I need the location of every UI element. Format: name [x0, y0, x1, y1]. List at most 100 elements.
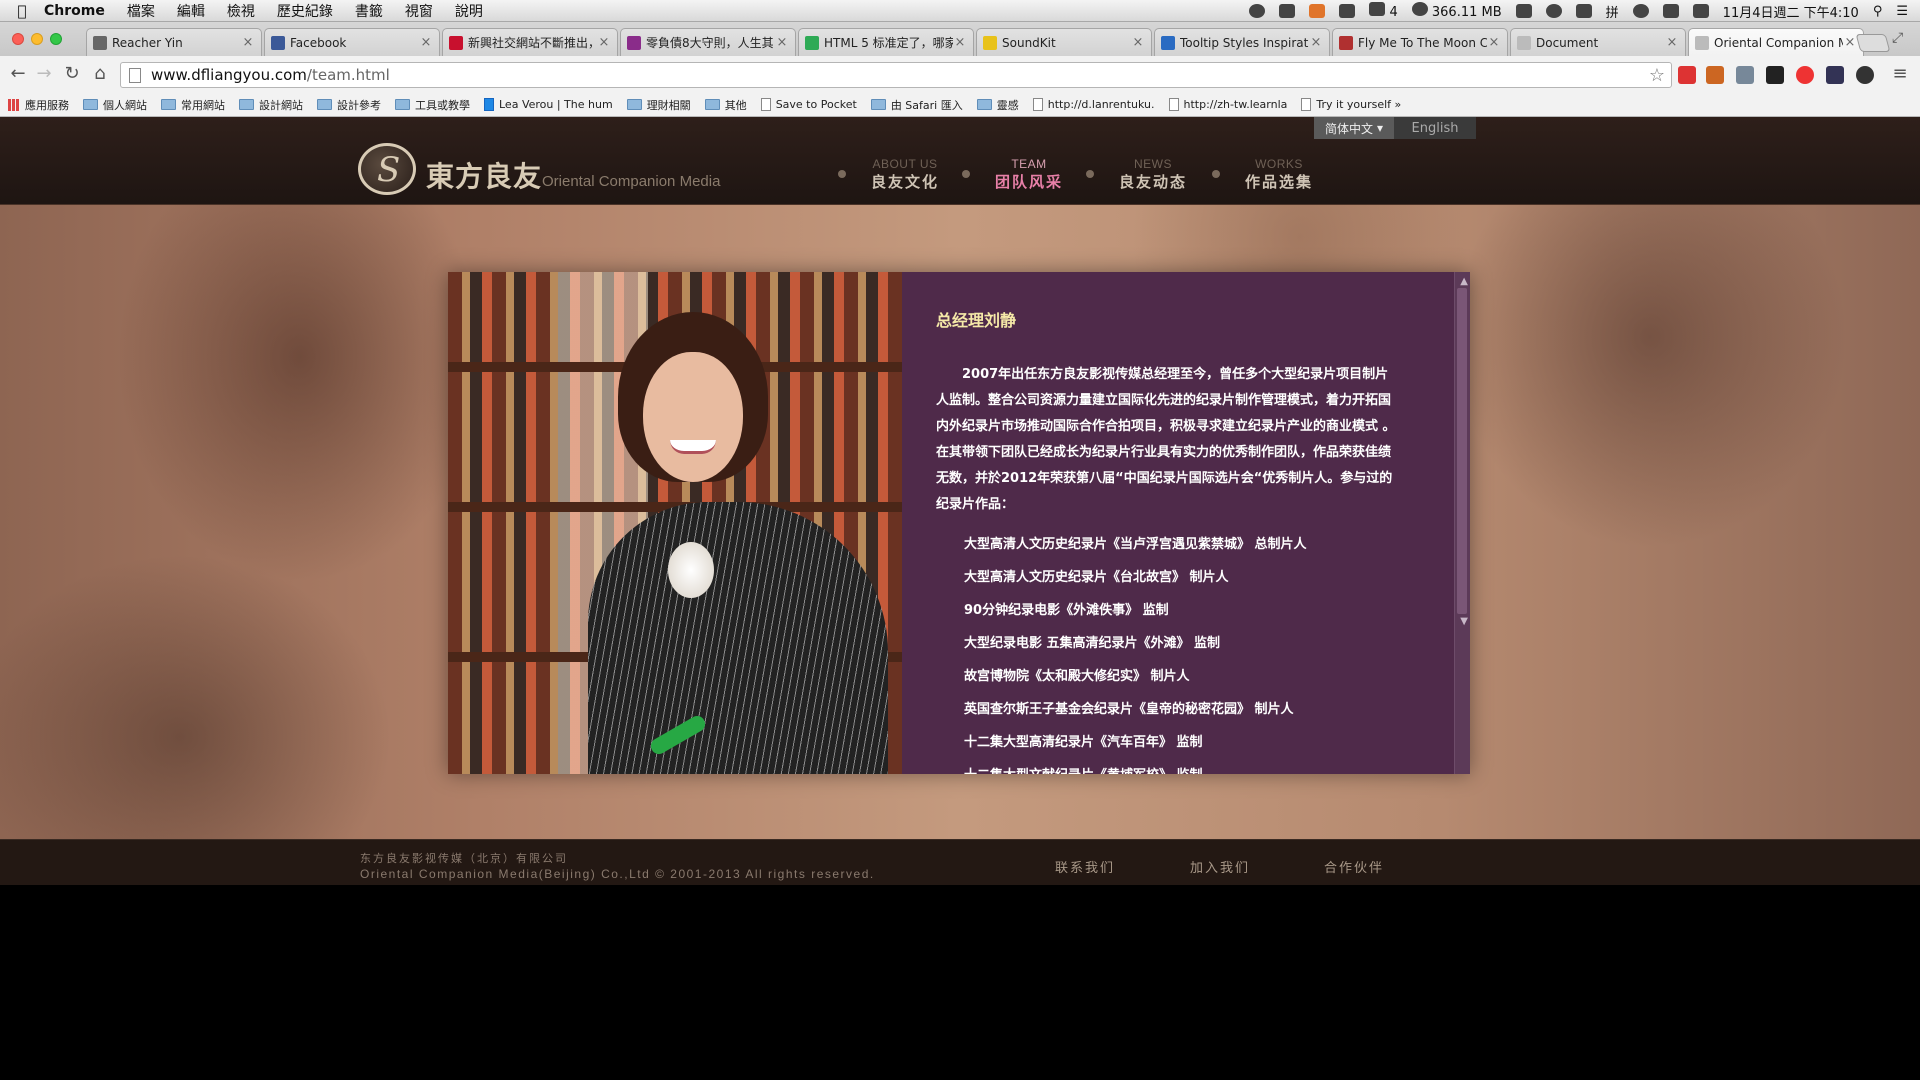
lang-english-link[interactable]: English: [1394, 117, 1476, 139]
close-tab-icon[interactable]: ×: [1131, 35, 1145, 50]
firefox-icon[interactable]: [1309, 4, 1326, 18]
screenshot-icon[interactable]: [1339, 4, 1356, 18]
spotlight-icon[interactable]: ⚲: [1873, 4, 1883, 19]
time-machine-icon[interactable]: [1545, 4, 1562, 18]
zoom-window-button[interactable]: [50, 33, 62, 45]
eyedropper-extension-icon[interactable]: [1736, 66, 1754, 84]
logo-icon[interactable]: [358, 143, 416, 195]
lang-chinese-select[interactable]: 简体中文 ▾: [1314, 117, 1394, 139]
bookmark-item[interactable]: Try it yourself »: [1301, 98, 1401, 111]
nav-bullet-icon: [1086, 170, 1094, 178]
chrome-menu-icon[interactable]: ≡: [1890, 64, 1910, 84]
chat-icon[interactable]: [1279, 4, 1296, 18]
bookmark-item[interactable]: 設計網站: [239, 97, 303, 113]
reload-icon[interactable]: ↻: [62, 64, 82, 84]
forward-icon[interactable]: →: [34, 64, 54, 84]
notification-center-icon[interactable]: ☰: [1896, 4, 1908, 19]
home-icon[interactable]: ⌂: [90, 64, 110, 84]
timer-extension-icon[interactable]: [1856, 66, 1874, 84]
nav-item[interactable]: ABOUT US 良友文化: [838, 157, 950, 192]
browser-tab[interactable]: SoundKit ×: [976, 28, 1152, 56]
browser-tab[interactable]: Oriental Companion Me ×: [1688, 28, 1864, 56]
tab-favicon-icon: [627, 35, 641, 50]
pocket-extension-icon[interactable]: [1706, 66, 1724, 84]
close-tab-icon[interactable]: ×: [241, 35, 255, 50]
network-extension-icon[interactable]: [1826, 66, 1844, 84]
back-icon[interactable]: ←: [8, 64, 28, 84]
browser-tab[interactable]: Reacher Yin ×: [86, 28, 262, 56]
scroll-down-icon[interactable]: ▼: [1460, 616, 1468, 627]
minimize-window-button[interactable]: [31, 33, 43, 45]
wifi-icon[interactable]: [1632, 4, 1649, 18]
footer-link-join[interactable]: 加入我们: [1190, 857, 1250, 876]
bookmark-star-icon[interactable]: ☆: [1649, 65, 1665, 86]
browser-tab[interactable]: HTML 5 标准定了，哪家 ×: [798, 28, 974, 56]
bookmark-item[interactable]: http://zh-tw.learnla: [1168, 98, 1287, 111]
browser-tab[interactable]: Tooltip Styles Inspiratio ×: [1154, 28, 1330, 56]
close-tab-icon[interactable]: ×: [419, 35, 433, 50]
close-tab-icon[interactable]: ×: [953, 35, 967, 50]
fullscreen-icon[interactable]: ⤢: [1892, 30, 1903, 46]
close-tab-icon[interactable]: ×: [775, 35, 789, 50]
scroll-thumb[interactable]: [1457, 288, 1467, 614]
logo-chinese-name[interactable]: 東方良友: [426, 155, 542, 195]
app-menu[interactable]: Chrome: [44, 3, 105, 19]
apple-menu-icon[interactable]: : [0, 2, 44, 20]
menu-window[interactable]: 視窗: [405, 1, 433, 21]
browser-tab[interactable]: 新興社交網站不斷推出， ×: [442, 28, 618, 56]
adblock-extension-icon[interactable]: [1796, 66, 1814, 84]
browser-tab[interactable]: Facebook ×: [264, 28, 440, 56]
menu-history[interactable]: 歷史紀錄: [277, 1, 333, 21]
close-tab-icon[interactable]: ×: [1843, 35, 1857, 50]
eject-icon[interactable]: [1575, 4, 1592, 18]
adobe-status[interactable]: 4: [1369, 2, 1398, 20]
input-method[interactable]: 拼: [1606, 2, 1619, 21]
browser-tab[interactable]: Fly Me To The Moon Ch ×: [1332, 28, 1508, 56]
bookmark-item[interactable]: 個人網站: [83, 97, 147, 113]
bookmark-item[interactable]: 理財相關: [626, 97, 691, 113]
browser-tab[interactable]: Document ×: [1510, 28, 1686, 56]
footer-link-partners[interactable]: 合作伙伴: [1324, 857, 1384, 876]
bookmark-item[interactable]: 常用網站: [161, 97, 225, 113]
airplay-icon[interactable]: [1515, 4, 1532, 18]
bookmark-item[interactable]: 應用服務: [8, 97, 69, 113]
glasses-extension-icon[interactable]: [1766, 66, 1784, 84]
menu-help[interactable]: 說明: [455, 1, 483, 21]
browser-tab[interactable]: 零負債8大守則，人生其 ×: [620, 28, 796, 56]
bookmark-item[interactable]: 設計參考: [317, 97, 381, 113]
nav-item[interactable]: NEWS 良友动态: [1086, 157, 1198, 192]
volume-icon[interactable]: [1662, 4, 1679, 18]
memory-status[interactable]: 366.11 MB: [1411, 2, 1502, 20]
menu-edit[interactable]: 編輯: [177, 1, 205, 21]
close-tab-icon[interactable]: ×: [1487, 35, 1501, 50]
new-tab-button[interactable]: [1855, 34, 1891, 52]
bio-scrollbar[interactable]: ▲ ▼: [1454, 272, 1470, 774]
bookmark-item[interactable]: Save to Pocket: [760, 98, 857, 111]
gmail-extension-icon[interactable]: [1678, 66, 1696, 84]
address-bar[interactable]: www.dfliangyou.com/team.html ☆: [120, 62, 1672, 88]
nav-item[interactable]: WORKS 作品选集: [1212, 157, 1324, 192]
close-tab-icon[interactable]: ×: [1665, 35, 1679, 50]
folder-icon: [704, 99, 720, 110]
close-tab-icon[interactable]: ×: [1309, 35, 1323, 50]
tab-title: Document: [1536, 35, 1599, 50]
close-tab-icon[interactable]: ×: [597, 35, 611, 50]
us-flag-icon[interactable]: [1692, 4, 1709, 18]
member-portrait-photo: [448, 272, 902, 774]
page-icon: [129, 67, 141, 83]
menu-view[interactable]: 檢視: [227, 1, 255, 21]
bookmark-item[interactable]: Lea Verou | The hum: [484, 98, 613, 111]
footer-link-contact[interactable]: 联系我们: [1055, 857, 1115, 876]
bookmark-item[interactable]: 其他: [704, 97, 747, 113]
nav-item[interactable]: TEAM 团队风采: [962, 157, 1074, 192]
scroll-up-icon[interactable]: ▲: [1460, 276, 1468, 287]
clock[interactable]: 11月4日週二 下午4:10: [1723, 2, 1859, 21]
bookmark-item[interactable]: 靈感: [976, 97, 1019, 113]
notification-icon[interactable]: [1249, 4, 1266, 18]
close-window-button[interactable]: [12, 33, 24, 45]
menu-file[interactable]: 檔案: [127, 1, 155, 21]
menu-bookmarks[interactable]: 書籤: [355, 1, 383, 21]
bookmark-item[interactable]: http://d.lanrentuku.: [1032, 98, 1155, 111]
bookmark-item[interactable]: 工具或教學: [395, 97, 470, 113]
bookmark-item[interactable]: 由 Safari 匯入: [870, 97, 963, 113]
